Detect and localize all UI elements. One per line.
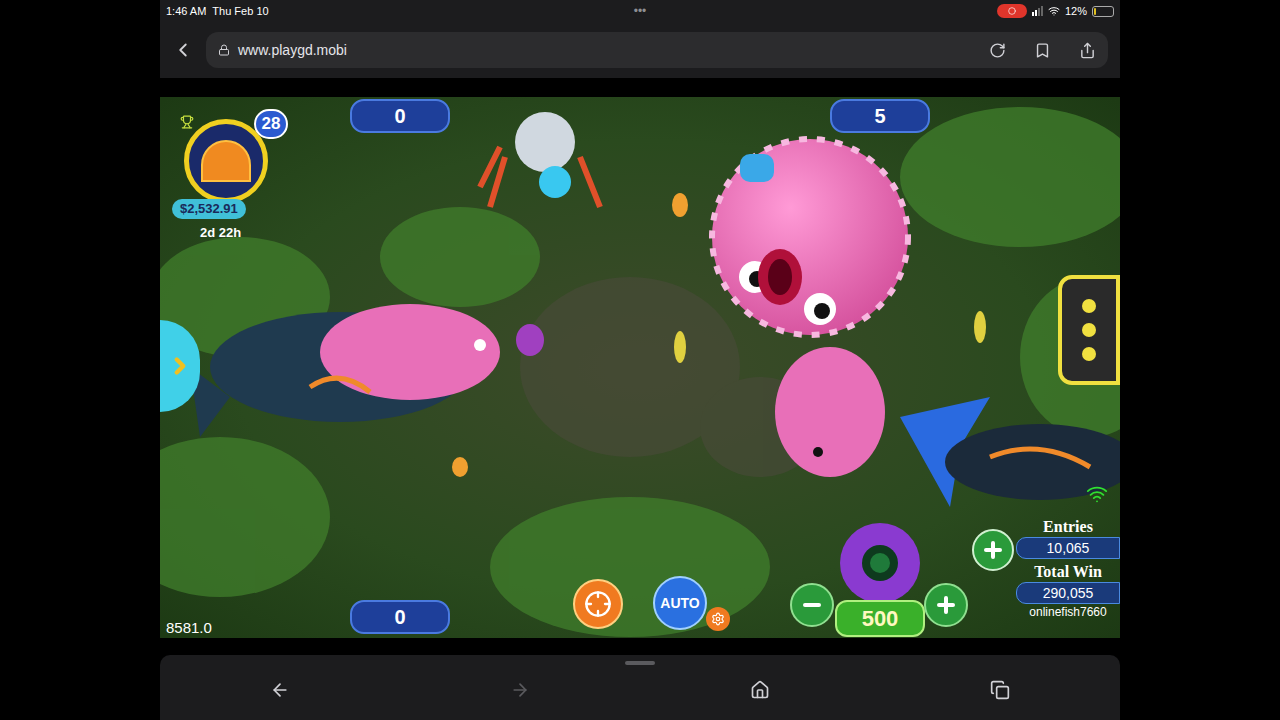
jackpot-badge: 28	[254, 109, 288, 139]
back-arrow-icon	[270, 680, 290, 700]
crosshair-icon	[584, 590, 612, 618]
bookmark-icon[interactable]	[1034, 42, 1051, 59]
arrow-right-icon	[167, 353, 193, 379]
game-canvas[interactable]: 28 $2,532.91 2d 22h 0 5 0 8581.0 AUTO 500 Entries…	[160, 97, 1120, 638]
jackpot-amount: $2,532.91	[172, 199, 246, 219]
crab	[480, 112, 600, 207]
bet-plus-button[interactable]	[924, 583, 968, 627]
entries-value: 10,065	[1016, 537, 1120, 559]
screen: 1:46 AM Thu Feb 10 ••• 12% www.playgd.mobi 28…	[0, 0, 1280, 720]
plus-icon	[934, 593, 958, 617]
plus-icon	[981, 538, 1005, 562]
status-bar: 1:46 AM Thu Feb 10 ••• 12%	[160, 0, 1120, 22]
share-icon[interactable]	[1079, 42, 1096, 59]
settings-button[interactable]	[706, 607, 730, 631]
cannon	[840, 523, 920, 603]
puffer-fish	[712, 139, 908, 335]
tabs-icon	[990, 680, 1010, 700]
entries-panel: Entries10,065 Total Win290,055onlinefish7…	[1016, 517, 1120, 620]
target-button[interactable]	[573, 579, 623, 629]
credits: 8581.0	[166, 617, 212, 638]
battery-text: 12%	[1065, 3, 1087, 20]
wifi-icon	[1048, 5, 1060, 17]
bottom-toolbar	[160, 655, 1120, 720]
device-screen: 1:46 AM Thu Feb 10 ••• 12% www.playgd.mobi 28…	[160, 0, 1120, 720]
address-bar: www.playgd.mobi	[160, 22, 1120, 78]
url-text: www.playgd.mobi	[238, 40, 347, 61]
username: onlinefish7660	[1029, 604, 1106, 620]
seat-score: 0	[350, 99, 450, 133]
total-win-label: Total Win	[1034, 562, 1102, 582]
multitask-dots[interactable]: •••	[634, 2, 647, 20]
recording-indicator[interactable]	[997, 4, 1027, 18]
forward-button	[506, 676, 534, 704]
record-icon	[1008, 7, 1016, 15]
small-fish	[452, 193, 986, 477]
add-entries-button[interactable]	[972, 529, 1014, 571]
dark-fish	[945, 424, 1120, 500]
whale-fish	[190, 304, 500, 437]
menu-tab[interactable]	[1058, 275, 1120, 385]
status-time: 1:46 AM	[166, 3, 206, 20]
jackpot-widget: 28$2,532.912d 22h	[170, 107, 280, 247]
status-date: Thu Feb 10	[212, 3, 268, 20]
pink-fish	[775, 347, 885, 477]
signal-icon	[1032, 6, 1043, 16]
home-button[interactable]	[746, 676, 774, 704]
connection-icon	[1086, 483, 1108, 505]
tabs-button[interactable]	[986, 676, 1014, 704]
home-icon	[750, 680, 770, 700]
jackpot-timer: 2d 22h	[200, 223, 241, 243]
forward-arrow-icon	[510, 680, 530, 700]
bet-amount: 500	[835, 600, 925, 637]
url-field[interactable]: www.playgd.mobi	[206, 32, 1108, 68]
trophy-icon	[180, 115, 194, 129]
lock-icon	[218, 44, 230, 56]
sheet-handle[interactable]	[625, 661, 655, 665]
reload-icon[interactable]	[989, 42, 1006, 59]
battery-icon	[1092, 6, 1114, 17]
auto-button[interactable]: AUTO	[653, 576, 707, 630]
gear-icon	[711, 612, 725, 626]
foliage	[160, 107, 1120, 637]
total-win-value: 290,055	[1016, 582, 1120, 604]
seat-score: 0	[350, 600, 450, 634]
back-chevron-icon[interactable]	[172, 39, 194, 61]
bet-minus-button[interactable]	[790, 583, 834, 627]
seat-score: 5	[830, 99, 930, 133]
minus-icon	[800, 593, 824, 617]
back-button[interactable]	[266, 676, 294, 704]
entries-label: Entries	[1043, 517, 1093, 537]
